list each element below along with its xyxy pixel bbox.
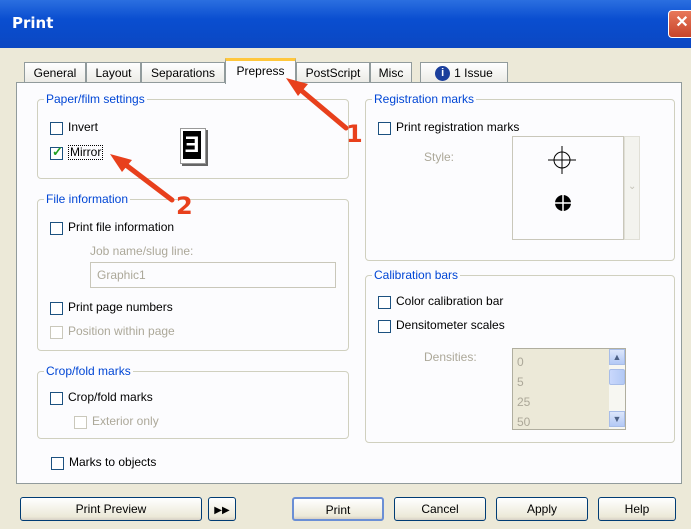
tab-issues[interactable]: i1 Issue — [420, 62, 508, 82]
group-legend: Paper/film settings — [44, 92, 147, 106]
marks-to-objects-checkbox[interactable] — [51, 457, 64, 470]
densitometer-checkbox[interactable] — [378, 320, 391, 333]
scroll-thumb[interactable] — [609, 369, 625, 385]
tab-label: 1 Issue — [454, 66, 493, 80]
expand-preview-button[interactable]: ▶▶ — [208, 497, 236, 521]
print-file-info-label: Print file information — [68, 220, 175, 234]
tab-misc[interactable]: Misc — [370, 62, 412, 82]
annotation-number-2: 2 — [176, 192, 193, 220]
group-legend: Calibration bars — [372, 268, 461, 282]
group-legend: Crop/fold marks — [44, 364, 133, 378]
exterior-only-label: Exterior only — [92, 414, 159, 428]
list-item[interactable]: 50 — [517, 415, 530, 429]
registration-style-picker[interactable] — [512, 136, 624, 240]
densities-label: Densities: — [424, 350, 477, 364]
cancel-button[interactable]: Cancel — [394, 497, 486, 521]
mirror-preview-icon: E — [180, 128, 206, 164]
job-name-input[interactable]: Graphic1 — [90, 262, 336, 288]
marks-to-objects-label: Marks to objects — [69, 455, 157, 469]
tab-prepress[interactable]: Prepress — [225, 58, 296, 84]
densities-list[interactable]: 0 5 25 50 ▲ ▼ — [512, 348, 626, 430]
print-preview-button[interactable]: Print Preview — [20, 497, 202, 521]
group-legend: File information — [44, 192, 131, 206]
tab-label: General — [33, 66, 77, 80]
tab-general[interactable]: General — [24, 62, 86, 82]
chevron-down-icon: ▼ — [612, 414, 622, 424]
print-registration-checkbox[interactable] — [378, 122, 391, 135]
color-calibration-checkbox[interactable] — [378, 296, 391, 309]
tab-label: Layout — [95, 66, 132, 80]
info-icon: i — [435, 66, 451, 82]
invert-checkbox[interactable] — [50, 122, 63, 135]
position-within-page-checkbox[interactable] — [50, 326, 63, 339]
crop-fold-checkbox[interactable] — [50, 392, 63, 405]
calibration-group: Calibration bars Color calibration bar D… — [365, 268, 675, 443]
annotation-number-1: 1 — [346, 120, 363, 148]
job-name-label: Job name/slug line: — [90, 244, 194, 258]
crosshair-icon — [548, 146, 576, 174]
help-button[interactable]: Help — [598, 497, 676, 521]
close-icon[interactable]: ✕ — [668, 10, 691, 38]
scroll-down-button[interactable]: ▼ — [609, 411, 625, 427]
tab-label: PostScript — [305, 66, 361, 80]
style-scrollbar[interactable]: ⌄ — [624, 136, 640, 240]
position-within-page-label: Position within page — [68, 324, 175, 338]
list-item[interactable]: 5 — [517, 375, 524, 389]
print-page-numbers-checkbox[interactable] — [50, 302, 63, 315]
checkmark-icon: ✓ — [52, 144, 63, 159]
registration-group: Registration marks Print registration ma… — [365, 92, 675, 261]
tab-label: Prepress — [236, 64, 285, 78]
color-calibration-label: Color calibration bar — [396, 294, 504, 308]
tab-label: Misc — [378, 66, 404, 80]
crop-fold-group: Crop/fold marks Crop/fold marks Exterior… — [37, 364, 349, 439]
print-dialog: Print ✕ General Layout Separations Prepr… — [0, 0, 691, 529]
densitometer-label: Densitometer scales — [396, 318, 505, 332]
tab-postscript[interactable]: PostScript — [296, 62, 370, 82]
tab-separations[interactable]: Separations — [141, 62, 225, 82]
style-label: Style: — [424, 150, 455, 164]
print-registration-label: Print registration marks — [396, 120, 520, 134]
title-bar[interactable]: Print ✕ — [0, 0, 691, 48]
group-legend: Registration marks — [372, 92, 477, 106]
target-icon — [553, 193, 573, 213]
apply-button[interactable]: Apply — [496, 497, 588, 521]
mirror-label: Mirror — [68, 145, 104, 160]
densities-scrollbar[interactable]: ▲ ▼ — [609, 349, 625, 429]
invert-label: Invert — [68, 120, 99, 134]
chevron-down-icon: ⌄ — [628, 181, 637, 192]
chevron-up-icon: ▲ — [612, 352, 622, 362]
double-chevron-right-icon: ▶▶ — [214, 505, 230, 516]
list-item[interactable]: 0 — [517, 355, 524, 369]
print-button[interactable]: Print — [292, 497, 384, 521]
list-item[interactable]: 25 — [517, 395, 530, 409]
window-title: Print — [12, 14, 54, 32]
tab-layout[interactable]: Layout — [86, 62, 141, 82]
exterior-only-checkbox[interactable] — [74, 416, 87, 429]
tab-label: Separations — [150, 66, 216, 80]
crop-fold-label: Crop/fold marks — [68, 390, 153, 404]
file-info-group: File information Print file information … — [37, 192, 349, 351]
print-page-numbers-label: Print page numbers — [68, 300, 173, 314]
scroll-up-button[interactable]: ▲ — [609, 349, 625, 365]
paper-film-group: Paper/film settings Invert ✓ Mirror E — [37, 92, 349, 179]
mirror-checkbox[interactable]: ✓ — [50, 144, 63, 160]
print-file-info-checkbox[interactable] — [50, 222, 63, 235]
preview-glyph: E — [183, 131, 201, 159]
